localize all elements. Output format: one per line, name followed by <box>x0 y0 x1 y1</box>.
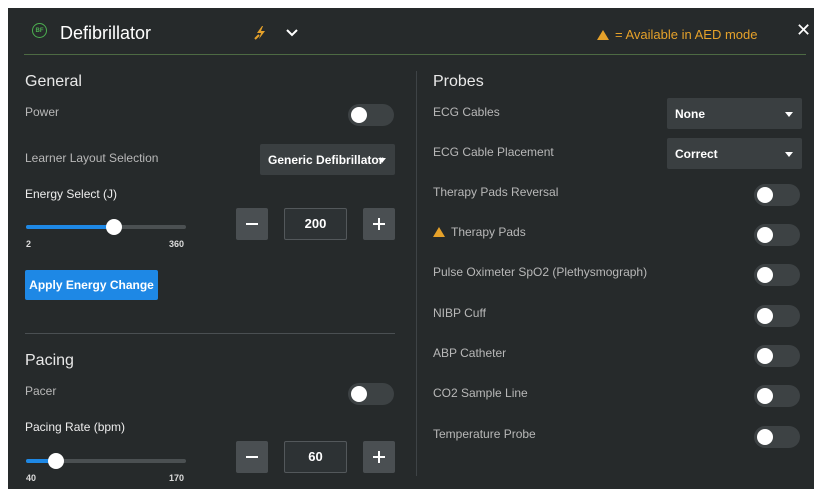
probe-label-abp-catheter: ABP Catheter <box>433 346 507 360</box>
caret-down-icon <box>785 112 793 117</box>
toggle-knob <box>351 107 367 123</box>
plug-bolt-icon[interactable] <box>252 24 270 42</box>
warning-triangle-icon <box>597 30 609 40</box>
close-icon[interactable]: ✕ <box>796 20 811 41</box>
power-toggle[interactable] <box>348 104 394 126</box>
toggle-knob <box>757 429 773 445</box>
ecg-placement-select[interactable]: Correct <box>667 138 802 169</box>
layout-select[interactable]: Generic Defibrillator <box>260 144 395 175</box>
caret-down-icon <box>378 158 386 163</box>
minus-icon <box>246 223 258 225</box>
toggle-knob <box>351 386 367 402</box>
probes-heading: Probes <box>433 73 484 90</box>
defibrillator-logo-icon: BF <box>32 23 47 38</box>
pacing-rate-label: Pacing Rate (bpm) <box>25 420 126 434</box>
energy-increment-button[interactable] <box>363 208 395 240</box>
layout-select-value: Generic Defibrillator <box>268 153 384 167</box>
chevron-down-icon[interactable] <box>285 28 299 38</box>
abp-catheter-toggle[interactable] <box>754 345 800 367</box>
caret-down-icon <box>785 152 793 157</box>
aed-legend-text: = Available in AED mode <box>615 27 758 42</box>
panel-header: BF Defibrillator = Available in AED mode… <box>8 8 814 54</box>
plus-icon <box>373 218 385 230</box>
toggle-knob <box>757 227 773 243</box>
ecg-placement-label: ECG Cable Placement <box>433 145 554 159</box>
probe-label-pulse-oximeter: Pulse Oximeter SpO2 (Plethysmograph) <box>433 265 648 279</box>
general-heading: General <box>25 73 82 90</box>
therapy-pads-toggle[interactable] <box>754 224 800 246</box>
toggle-knob <box>757 187 773 203</box>
therapy-pads-reversal-toggle[interactable] <box>754 184 800 206</box>
toggle-knob <box>757 308 773 324</box>
apply-energy-button[interactable]: Apply Energy Change <box>25 270 158 300</box>
aed-mode-legend: = Available in AED mode <box>597 27 758 42</box>
energy-slider-fill <box>26 225 114 229</box>
energy-decrement-button[interactable] <box>236 208 268 240</box>
minus-icon <box>246 456 258 458</box>
power-label: Power <box>25 105 60 119</box>
nibp-cuff-toggle[interactable] <box>754 305 800 327</box>
panel-title: Defibrillator <box>60 23 152 43</box>
defibrillator-panel: BF Defibrillator = Available in AED mode… <box>8 8 814 489</box>
energy-label: Energy Select (J) <box>25 187 118 201</box>
column-divider <box>416 71 417 476</box>
pacing-value-field[interactable]: 60 <box>284 441 347 473</box>
probe-label-therapy-pads-reversal: Therapy Pads Reversal <box>433 185 559 199</box>
probe-label-temperature-probe: Temperature Probe <box>433 427 536 441</box>
pacer-toggle[interactable] <box>348 383 394 405</box>
pacing-min-label: 40 <box>26 473 37 483</box>
toggle-knob <box>757 348 773 364</box>
ecg-cables-label: ECG Cables <box>433 105 500 119</box>
toggle-knob <box>757 388 773 404</box>
pacing-increment-button[interactable] <box>363 441 395 473</box>
header-divider <box>24 54 806 55</box>
warning-triangle-icon <box>433 227 445 237</box>
energy-slider-thumb[interactable] <box>106 219 122 235</box>
pulse-oximeter-toggle[interactable] <box>754 264 800 286</box>
probe-label-nibp-cuff: NIBP Cuff <box>433 306 486 320</box>
pacer-label: Pacer <box>25 384 57 398</box>
layout-label: Learner Layout Selection <box>25 151 159 165</box>
co2-sample-line-toggle[interactable] <box>754 385 800 407</box>
temperature-probe-toggle[interactable] <box>754 426 800 448</box>
energy-min-label: 2 <box>26 239 32 249</box>
plus-icon <box>373 451 385 463</box>
toggle-knob <box>757 267 773 283</box>
pacing-decrement-button[interactable] <box>236 441 268 473</box>
ecg-cables-select[interactable]: None <box>667 98 802 129</box>
pacing-max-label: 170 <box>169 473 185 483</box>
pacing-slider-thumb[interactable] <box>48 453 64 469</box>
probe-label-therapy-pads: Therapy Pads <box>433 225 526 239</box>
therapy-pads-text: Therapy Pads <box>451 225 526 239</box>
ecg-placement-value: Correct <box>675 147 718 161</box>
probe-label-co2-sample-line: CO2 Sample Line <box>433 386 528 400</box>
pacing-heading: Pacing <box>25 352 74 369</box>
ecg-cables-value: None <box>675 107 705 121</box>
section-divider <box>25 333 395 334</box>
energy-value-field[interactable]: 200 <box>284 208 347 240</box>
energy-max-label: 360 <box>169 239 185 249</box>
